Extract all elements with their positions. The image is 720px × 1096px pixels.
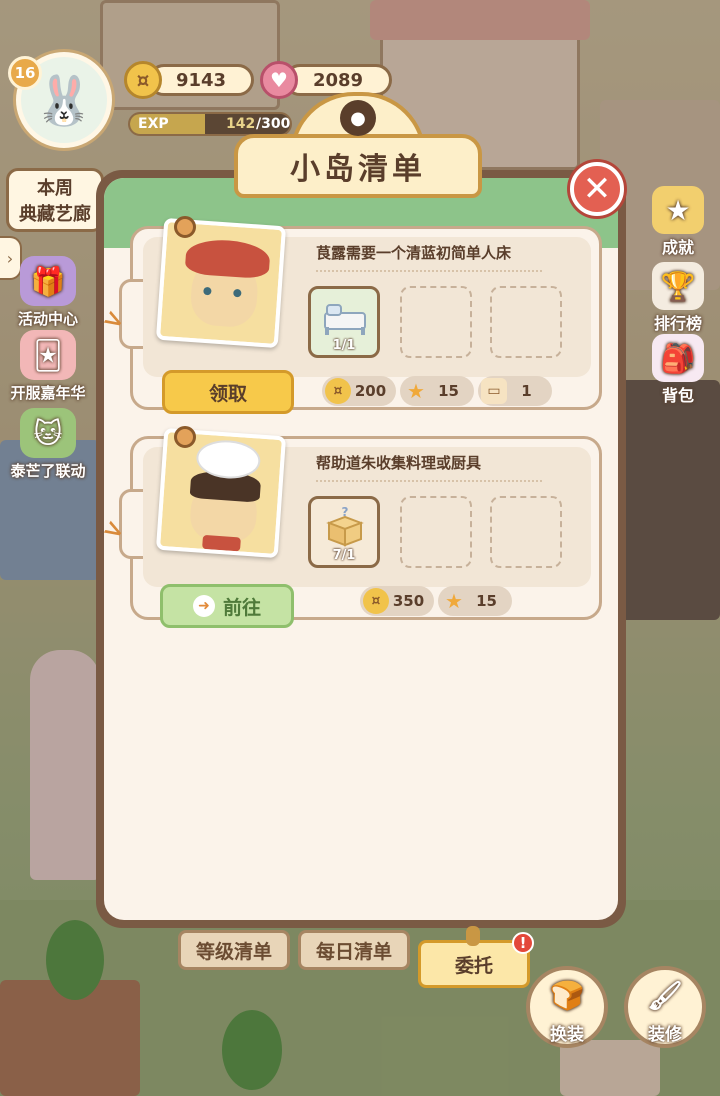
- exp-current: 142: [226, 116, 256, 132]
- backpack-button[interactable]: 🎒 背包: [646, 334, 710, 406]
- weekly-gallery-line1: 本周: [37, 178, 73, 199]
- reward-stars: ★ 15: [438, 586, 512, 616]
- empty-item-slot: [490, 286, 562, 358]
- reward-value: 350: [392, 592, 425, 610]
- reward-coins: ¤ 200: [322, 376, 396, 406]
- tab-daily-list-label: 每日清单: [315, 940, 392, 963]
- box-icon: ▭: [481, 378, 507, 404]
- tab-daily-list[interactable]: 每日清单: [298, 930, 410, 970]
- collab-event-button[interactable]: 🐱 泰芒了联动: [0, 408, 96, 481]
- mystery-box-icon: ?: [326, 507, 364, 547]
- claim-label: 领取: [208, 382, 247, 405]
- close-icon: ✕: [582, 169, 612, 209]
- divider: [316, 480, 542, 482]
- achievements-button[interactable]: ★ 成就: [646, 186, 710, 258]
- divider: [316, 270, 542, 272]
- weekly-gallery-line2: 典藏艺廊: [19, 204, 91, 225]
- empty-item-slot: [400, 496, 472, 568]
- close-button[interactable]: ✕: [570, 162, 624, 216]
- reward-coins: ¤ 350: [360, 586, 434, 616]
- activity-center-button[interactable]: 🎁 活动中心: [0, 256, 96, 329]
- leaderboard-button[interactable]: 🏆 排行榜: [646, 262, 710, 334]
- coin-count: 9143: [175, 69, 227, 91]
- reward-value: 15: [438, 382, 459, 400]
- alert-mark: !: [519, 934, 527, 952]
- tab-commission-label: 委托: [454, 954, 493, 977]
- modal-title: 小岛清单: [290, 152, 426, 187]
- backpack-label: 背包: [661, 386, 694, 405]
- star-badge-icon: ★: [652, 186, 704, 234]
- arrow-right-icon: ➜: [192, 595, 215, 617]
- go-button[interactable]: ➜ 前往: [160, 584, 294, 628]
- coin-icon: ¤: [325, 378, 351, 404]
- heart-count: 2089: [312, 69, 364, 91]
- coin-icon: ¤: [363, 588, 389, 614]
- podium-icon: 🏆: [652, 262, 704, 310]
- bunny-bag-icon: 🎒: [652, 334, 704, 382]
- toast-icon: 🍞: [549, 978, 585, 1012]
- required-item-slot[interactable]: ? 7/1: [308, 496, 380, 568]
- star-icon: ★: [407, 379, 425, 403]
- pin-icon: [466, 926, 480, 946]
- leaderboard-label: 排行榜: [653, 314, 702, 333]
- cookie-icon: ●: [340, 100, 376, 136]
- launch-carnival-label: 开服嘉年华: [10, 384, 86, 402]
- bunny-coin-icon: ¤: [124, 61, 162, 99]
- reward-value: 1: [521, 382, 532, 400]
- paint-roller-icon: 🖌: [647, 978, 683, 1012]
- exp-total: /300: [256, 116, 291, 132]
- reward-box: ▭ 1: [478, 376, 552, 406]
- go-label: 前往: [222, 596, 261, 619]
- alert-icon: !: [512, 932, 534, 954]
- exp-label: EXP: [138, 116, 169, 132]
- decorate-label: 装修: [648, 1025, 682, 1045]
- outfit-label: 换装: [550, 1025, 584, 1045]
- task-description: 帮助道朱收集料理或厨具: [316, 454, 482, 472]
- claim-button[interactable]: 领取: [162, 370, 294, 414]
- player-level: 16: [14, 64, 36, 82]
- weekly-gallery-button[interactable]: 本周 典藏艺廊: [6, 168, 104, 232]
- achievements-label: 成就: [661, 238, 694, 257]
- launch-carnival-button[interactable]: 🃏 开服嘉年华: [0, 330, 96, 403]
- npc-portrait-artist: [155, 217, 287, 349]
- tab-level-list-label: 等级清单: [195, 940, 272, 963]
- slot-count: 7/1: [332, 548, 356, 563]
- reward-value: 15: [476, 592, 497, 610]
- exp-bar: EXP 142 /300: [128, 112, 292, 136]
- activity-center-label: 活动中心: [17, 310, 78, 328]
- coin-counter[interactable]: 9143: [148, 64, 254, 96]
- cat-icon: 🐱: [20, 408, 76, 458]
- gift-icon: 🎁: [20, 256, 76, 306]
- collab-event-label: 泰芒了联动: [10, 462, 86, 480]
- tab-level-list[interactable]: 等级清单: [178, 930, 290, 970]
- modal-title-plate: 小岛清单: [234, 134, 482, 198]
- required-item-slot[interactable]: 1/1: [308, 286, 380, 358]
- heart-icon: ♥: [260, 61, 298, 99]
- heart-counter[interactable]: 2089: [284, 64, 392, 96]
- bed-icon: [324, 304, 366, 335]
- pushpin-icon: [174, 426, 196, 448]
- svg-text:?: ?: [342, 507, 349, 519]
- pushpin-icon: [174, 216, 196, 238]
- outfit-button[interactable]: 🍞 换装: [526, 966, 608, 1048]
- empty-item-slot: [490, 496, 562, 568]
- player-level-badge: 16: [8, 56, 42, 90]
- npc-portrait-chef: [155, 427, 287, 559]
- task-description: 茛露需要一个清蓝初简单人床: [316, 244, 512, 262]
- bunny-icon: 🐰: [34, 72, 94, 129]
- decorate-button[interactable]: 🖌 装修: [624, 966, 706, 1048]
- star-icon: ★: [445, 589, 463, 613]
- reward-value: 200: [354, 382, 387, 400]
- jester-icon: 🃏: [20, 330, 76, 380]
- reward-stars: ★ 15: [400, 376, 474, 406]
- slot-count: 1/1: [332, 338, 356, 353]
- empty-item-slot: [400, 286, 472, 358]
